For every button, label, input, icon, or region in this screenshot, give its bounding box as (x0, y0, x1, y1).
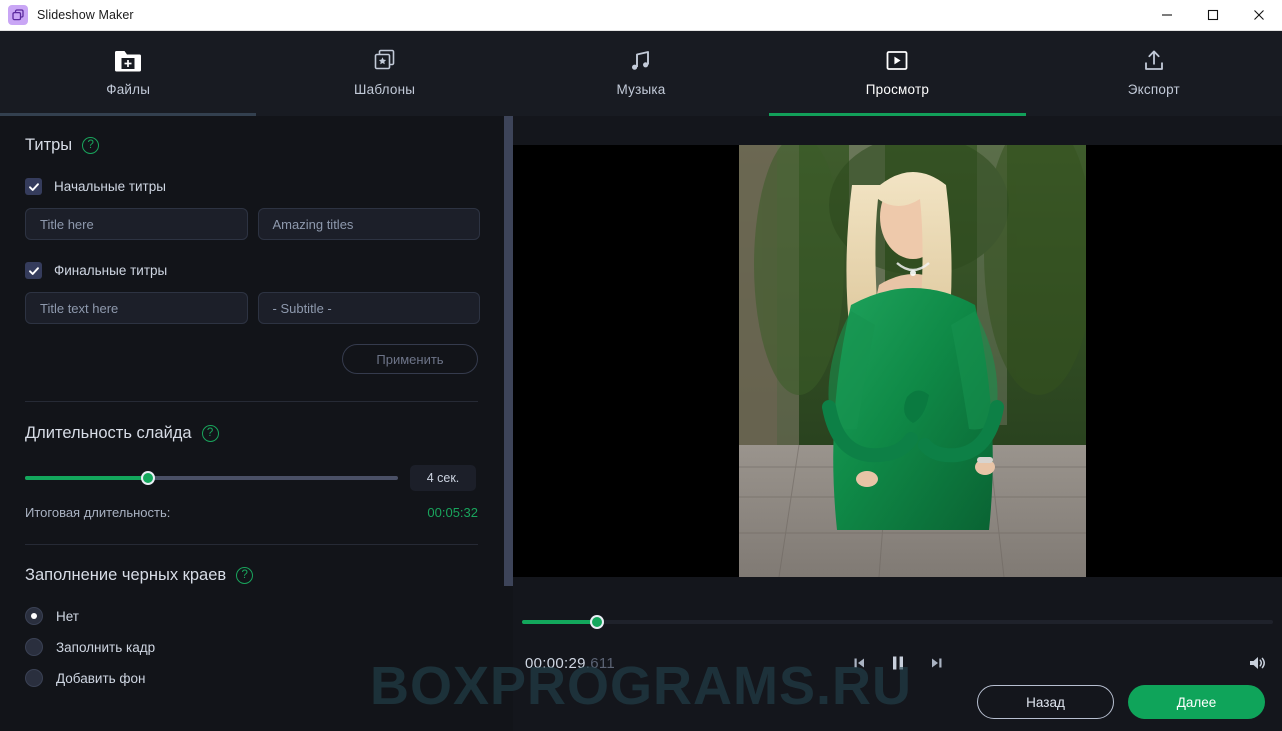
black-edges-section-heading: Заполнение черных краев ? (25, 566, 480, 585)
next-button[interactable]: Далее (1128, 685, 1265, 719)
seek-bar (513, 610, 1282, 634)
closing-titles-label: Финальные титры (54, 263, 168, 278)
slide-duration-slider-row: 4 сек. (25, 465, 480, 491)
radio-none[interactable] (25, 607, 43, 625)
opening-title-input[interactable]: Title here (25, 208, 248, 240)
sidebar-scrollbar-thumb[interactable] (504, 116, 513, 586)
apply-button[interactable]: Применить (342, 344, 478, 374)
opening-titles-label: Начальные титры (54, 179, 166, 194)
radio-add-background-label: Добавить фон (56, 670, 146, 686)
transport-controls (847, 650, 949, 676)
main-tab-bar: Файлы Шаблоны Музыка Просмотр Экспорт (0, 31, 1282, 116)
music-note-icon (626, 44, 656, 78)
tab-export-label: Экспорт (1127, 82, 1180, 97)
tab-templates-label: Шаблоны (354, 82, 416, 97)
tab-preview[interactable]: Просмотр (769, 31, 1026, 116)
black-edges-option-add-background[interactable]: Добавить фон (25, 669, 480, 687)
timecode-milliseconds: .611 (585, 654, 616, 672)
black-edges-heading-text: Заполнение черных краев (25, 566, 227, 584)
export-upload-icon (1139, 44, 1169, 78)
seek-fill (522, 620, 598, 624)
slide-duration-slider-fill (25, 476, 149, 480)
tab-templates[interactable]: Шаблоны (256, 31, 512, 116)
radio-fill-frame[interactable] (25, 638, 43, 656)
speaker-icon[interactable] (1244, 650, 1270, 676)
close-button[interactable] (1236, 0, 1282, 31)
tab-files[interactable]: Файлы (0, 31, 257, 116)
question-mark-icon[interactable]: ? (82, 137, 100, 154)
timecode-main: 00:00:29 (525, 654, 586, 672)
wizard-navigation: Назад Далее (977, 685, 1265, 719)
back-button[interactable]: Назад (977, 685, 1114, 719)
opening-titles-checkbox-row[interactable]: Начальные титры (25, 178, 480, 195)
radio-none-label: Нет (56, 608, 79, 624)
slide-duration-value: 4 сек. (410, 465, 476, 491)
settings-sidebar: Титры ? Начальные титры Title here Amazi… (0, 116, 513, 731)
playback-controls-bar: 00:00:29.611 (513, 634, 1282, 692)
closing-titles-checkbox-row[interactable]: Финальные титры (25, 262, 480, 279)
radio-dot (31, 613, 37, 619)
duration-heading-text: Длительность слайда (25, 424, 192, 442)
step-forward-icon[interactable] (923, 650, 949, 676)
section-divider (25, 544, 478, 545)
tab-music[interactable]: Музыка (513, 31, 769, 116)
title-bar: Slideshow Maker (0, 0, 1282, 31)
titles-section-heading: Титры ? (25, 136, 480, 155)
step-backward-icon[interactable] (847, 650, 873, 676)
closing-titles-fields: Title text here - Subtitle - (25, 292, 480, 324)
application-window: Slideshow Maker Файлы Шаблоны Музыка Про… (0, 0, 1282, 731)
total-duration-row: Итоговая длительность: 00:05:32 (25, 505, 478, 520)
question-mark-icon[interactable]: ? (236, 567, 254, 584)
templates-star-icon (370, 44, 400, 78)
closing-subtitle-input[interactable]: - Subtitle - (257, 292, 480, 324)
section-divider (25, 401, 478, 402)
tab-music-label: Музыка (616, 82, 666, 97)
black-edges-option-none[interactable]: Нет (25, 607, 480, 625)
tab-preview-label: Просмотр (865, 82, 930, 97)
window-controls (1144, 0, 1282, 31)
tab-files-label: Файлы (106, 82, 151, 97)
duration-section-heading: Длительность слайда ? (25, 424, 480, 443)
slide-photo (739, 145, 1086, 577)
play-frame-icon (882, 44, 912, 78)
apply-row: Применить (25, 344, 478, 374)
opening-titles-fields: Title here Amazing titles (25, 208, 480, 240)
tab-export[interactable]: Экспорт (1026, 31, 1282, 116)
radio-fill-frame-label: Заполнить кадр (56, 639, 156, 655)
closing-title-input[interactable]: Title text here (25, 292, 248, 324)
question-mark-icon[interactable]: ? (201, 425, 219, 442)
total-duration-value: 00:05:32 (427, 505, 478, 520)
video-preview-stage[interactable] (513, 145, 1282, 577)
seek-track[interactable] (522, 615, 1273, 629)
maximize-button[interactable] (1190, 0, 1236, 31)
pause-icon[interactable] (885, 650, 911, 676)
stacked-windows-icon (8, 5, 28, 25)
timecode-display: 00:00:29.611 (525, 655, 615, 672)
black-edges-option-fill-frame[interactable]: Заполнить кадр (25, 638, 480, 656)
opening-subtitle-input[interactable]: Amazing titles (257, 208, 480, 240)
opening-titles-checkbox[interactable] (25, 178, 42, 195)
preview-panel: 00:00:29.611 Назад Далее (513, 116, 1282, 731)
seek-handle[interactable] (590, 615, 605, 629)
radio-add-background[interactable] (25, 669, 43, 687)
slide-duration-slider[interactable] (25, 471, 398, 485)
slide-duration-slider-handle[interactable] (141, 471, 156, 485)
total-duration-label: Итоговая длительность: (25, 505, 171, 520)
closing-titles-checkbox[interactable] (25, 262, 42, 279)
minimize-button[interactable] (1144, 0, 1190, 31)
window-title: Slideshow Maker (37, 8, 134, 22)
sidebar-content: Титры ? Начальные титры Title here Amazi… (0, 136, 505, 731)
sidebar-scrollbar[interactable] (504, 116, 513, 731)
titles-heading-text: Титры (25, 136, 73, 154)
folder-plus-icon (113, 44, 143, 78)
